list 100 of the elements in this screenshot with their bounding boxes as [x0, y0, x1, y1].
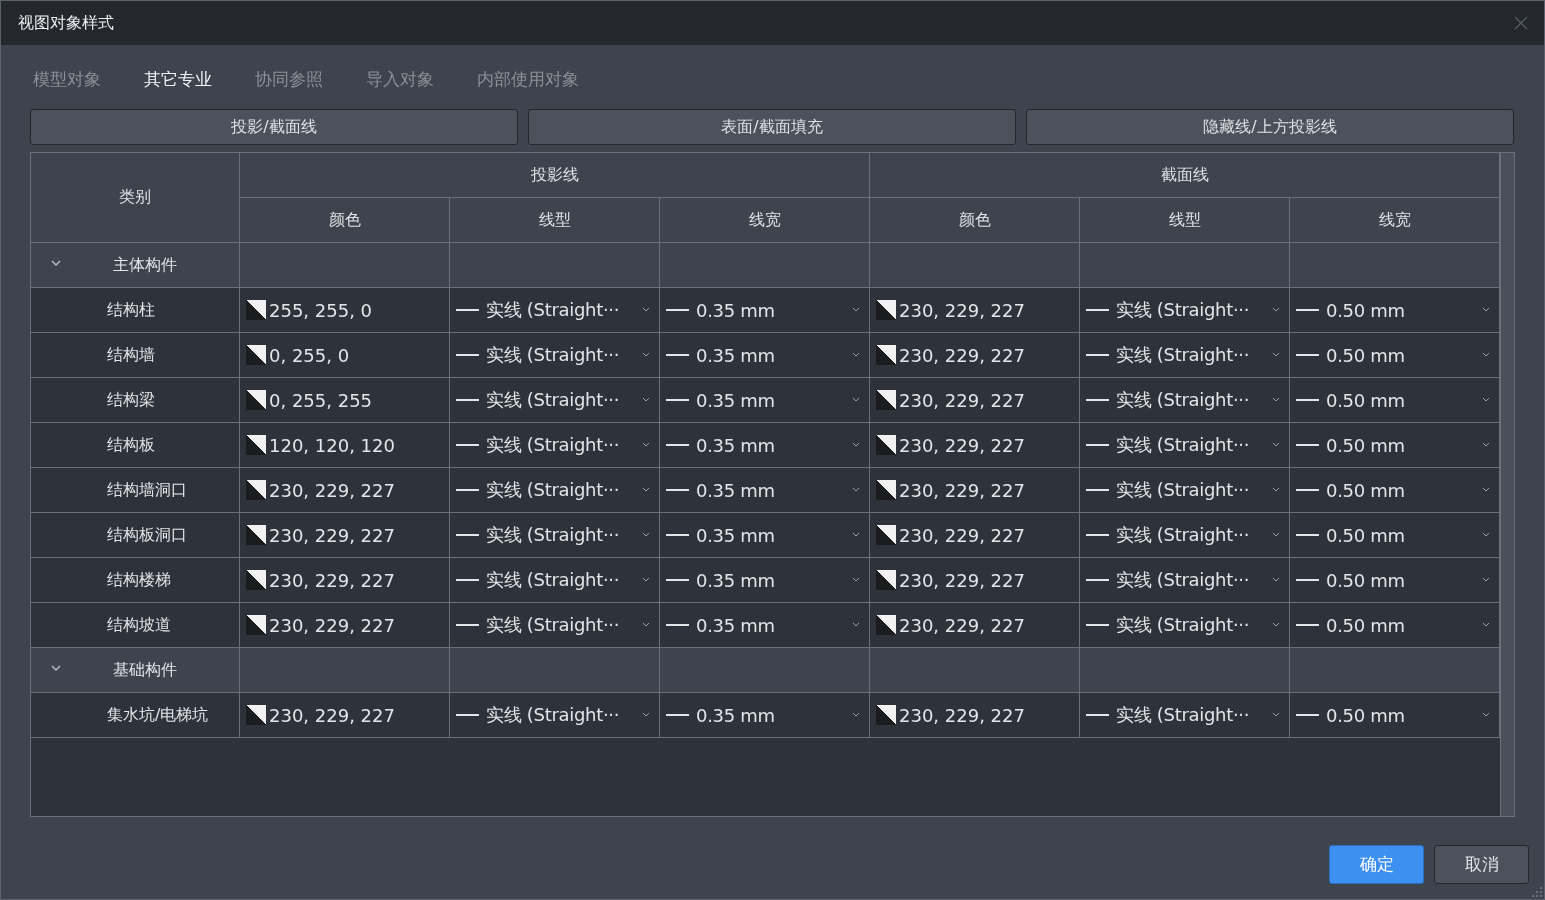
column-header: 线型 [450, 198, 660, 243]
dropdown-field[interactable]: 实线 (Straight··· [1080, 693, 1290, 738]
dropdown-caret-icon [853, 488, 859, 492]
dropdown-caret-icon [853, 308, 859, 312]
color-value[interactable]: 230, 229, 227 [269, 614, 395, 636]
line-sample-icon [456, 624, 479, 626]
dropdown-field[interactable]: 0.35 mm [660, 333, 870, 378]
dropdown-field[interactable]: 实线 (Straight··· [450, 513, 660, 558]
color-swatch-icon [246, 615, 266, 635]
dropdown-field[interactable]: 0.35 mm [660, 513, 870, 558]
dropdown-field[interactable]: 实线 (Straight··· [450, 378, 660, 423]
color-value[interactable]: 0, 255, 0 [269, 344, 350, 366]
color-value[interactable]: 230, 229, 227 [269, 479, 395, 501]
dropdown-field[interactable]: 实线 (Straight··· [1080, 513, 1290, 558]
color-value[interactable]: 0, 255, 255 [269, 389, 373, 411]
category-cell: 集水坑/电梯坑 [31, 693, 240, 738]
line-sample-icon [1086, 444, 1109, 446]
line-sample-icon [456, 309, 479, 311]
dropdown-field[interactable]: 0.35 mm [660, 423, 870, 468]
dropdown-field[interactable]: 0.35 mm [660, 693, 870, 738]
dropdown-field[interactable]: 实线 (Straight··· [450, 288, 660, 333]
color-swatch-icon [246, 570, 266, 590]
tree-group-row[interactable]: 主体构件 [31, 243, 240, 288]
color-value[interactable]: 230, 229, 227 [899, 479, 1025, 501]
dropdown-caret-icon [1273, 488, 1279, 492]
dropdown-field[interactable]: 实线 (Straight··· [1080, 558, 1290, 603]
dropdown-field[interactable]: 实线 (Straight··· [1080, 423, 1290, 468]
color-value[interactable]: 230, 229, 227 [269, 524, 395, 546]
tab[interactable]: 其它专业 [134, 67, 222, 93]
color-value[interactable]: 230, 229, 227 [269, 704, 395, 726]
dropdown-field[interactable]: 实线 (Straight··· [1080, 378, 1290, 423]
dropdown-field[interactable]: 实线 (Straight··· [1080, 288, 1290, 333]
column-header: 颜色 [240, 198, 450, 243]
color-value[interactable]: 230, 229, 227 [899, 569, 1025, 591]
dropdown-caret-icon [643, 578, 649, 582]
section-button[interactable]: 表面/截面填充 [528, 109, 1016, 145]
color-swatch-icon [876, 480, 896, 500]
tree-group-row[interactable]: 基础构件 [31, 648, 240, 693]
color-swatch-icon [876, 345, 896, 365]
section-button[interactable]: 投影/截面线 [30, 109, 518, 145]
dropdown-field[interactable]: 实线 (Straight··· [450, 558, 660, 603]
color-value[interactable]: 120, 120, 120 [269, 434, 395, 456]
color-swatch-icon [876, 390, 896, 410]
color-value[interactable]: 255, 255, 0 [269, 299, 373, 321]
dropdown-caret-icon [853, 353, 859, 357]
dropdown-caret-icon [853, 713, 859, 717]
dropdown-caret-icon [643, 308, 649, 312]
line-sample-icon [1296, 399, 1319, 401]
dropdown-field[interactable]: 0.35 mm [660, 468, 870, 513]
color-swatch-icon [246, 435, 266, 455]
dropdown-field[interactable]: 实线 (Straight··· [1080, 333, 1290, 378]
column-group-header: 投影线 [240, 153, 870, 198]
dropdown-caret-icon [1273, 353, 1279, 357]
line-sample-icon [666, 399, 689, 401]
dropdown-caret-icon [643, 533, 649, 537]
dropdown-caret-icon [1273, 443, 1279, 447]
line-sample-icon [456, 534, 479, 536]
line-sample-icon [1296, 714, 1319, 716]
category-cell: 结构墙洞口 [31, 468, 240, 513]
line-sample-icon [1296, 489, 1319, 491]
color-value[interactable]: 230, 229, 227 [899, 299, 1025, 321]
category-cell: 结构柱 [31, 288, 240, 333]
color-value[interactable]: 230, 229, 227 [899, 614, 1025, 636]
dropdown-field[interactable]: 实线 (Straight··· [450, 693, 660, 738]
dropdown-caret-icon [643, 623, 649, 627]
dropdown-field[interactable]: 实线 (Straight··· [450, 333, 660, 378]
dropdown-caret-icon [853, 443, 859, 447]
color-value[interactable]: 230, 229, 227 [899, 524, 1025, 546]
color-swatch-icon [246, 705, 266, 725]
dropdown-caret-icon [1273, 623, 1279, 627]
line-sample-icon [666, 444, 689, 446]
category-cell: 结构板 [31, 423, 240, 468]
line-sample-icon [1296, 624, 1319, 626]
color-value[interactable]: 230, 229, 227 [899, 704, 1025, 726]
color-value[interactable]: 230, 229, 227 [269, 569, 395, 591]
line-sample-icon [666, 489, 689, 491]
color-value[interactable]: 230, 229, 227 [899, 344, 1025, 366]
scrollbar[interactable] [1500, 153, 1514, 816]
cancel-button[interactable]: 取消 [1434, 845, 1529, 884]
dropdown-field[interactable]: 实线 (Straight··· [450, 468, 660, 513]
dropdown-field[interactable]: 实线 (Straight··· [450, 423, 660, 468]
dropdown-field[interactable]: 0.35 mm [660, 378, 870, 423]
dropdown-field[interactable]: 实线 (Straight··· [1080, 468, 1290, 513]
dropdown-field[interactable]: 0.35 mm [660, 288, 870, 333]
dropdown-caret-icon [1483, 533, 1489, 537]
close-icon[interactable] [1514, 16, 1528, 30]
color-value[interactable]: 230, 229, 227 [899, 389, 1025, 411]
resize-grip-icon[interactable] [1532, 887, 1542, 897]
dropdown-field[interactable]: 0.35 mm [660, 558, 870, 603]
line-sample-icon [1296, 309, 1319, 311]
dropdown-caret-icon [1483, 353, 1489, 357]
line-sample-icon [666, 354, 689, 356]
dropdown-caret-icon [1483, 308, 1489, 312]
section-button[interactable]: 隐藏线/上方投影线 [1026, 109, 1514, 145]
color-swatch-icon [876, 705, 896, 725]
dropdown-caret-icon [643, 353, 649, 357]
color-value[interactable]: 230, 229, 227 [899, 434, 1025, 456]
category-cell: 结构楼梯 [31, 558, 240, 603]
dropdown-caret-icon [1273, 398, 1279, 402]
category-cell: 结构板洞口 [31, 513, 240, 558]
